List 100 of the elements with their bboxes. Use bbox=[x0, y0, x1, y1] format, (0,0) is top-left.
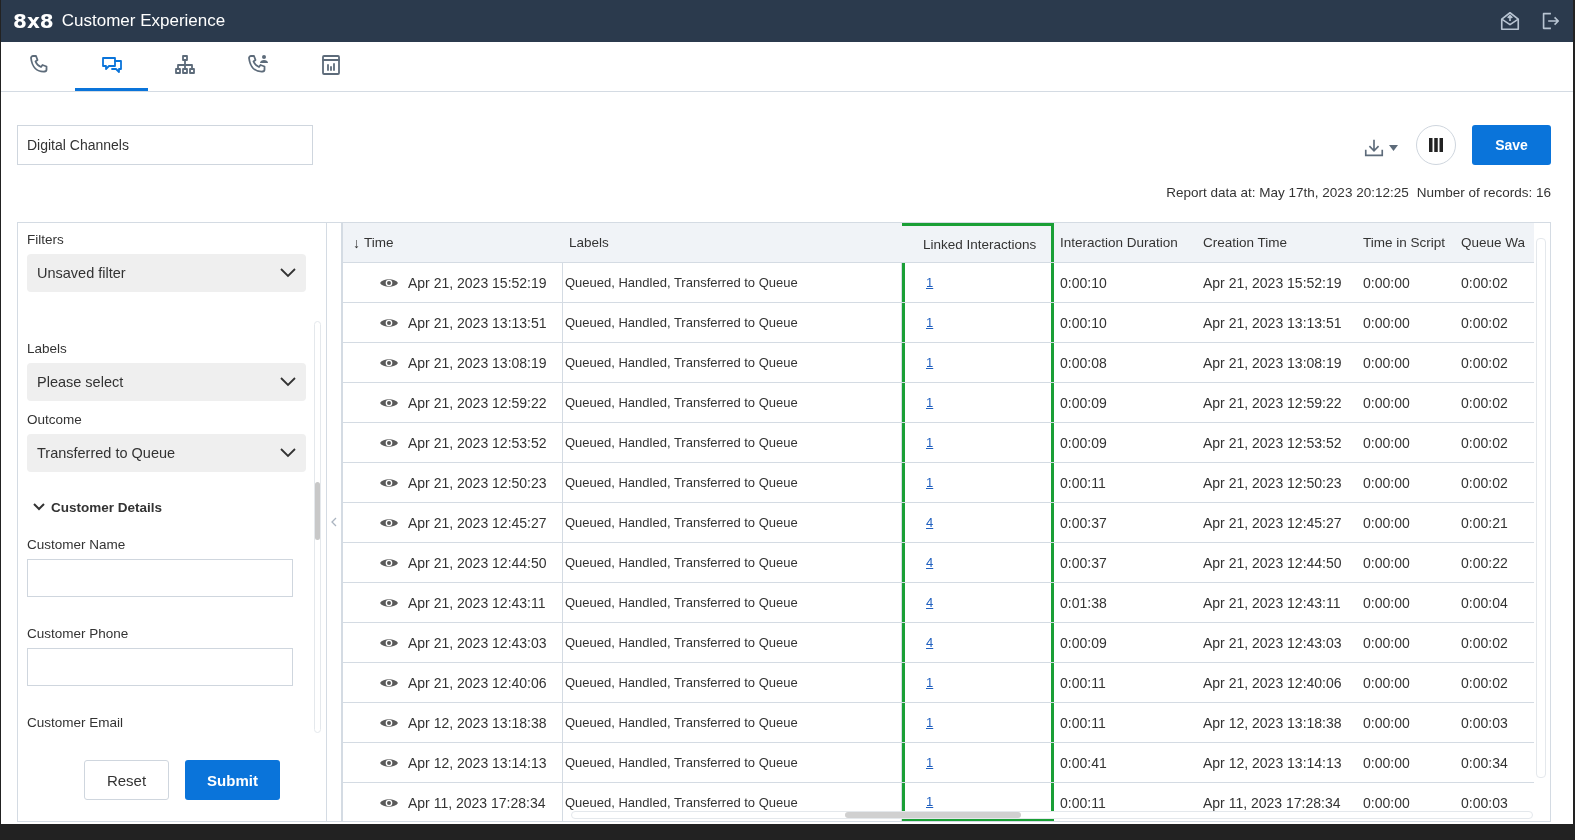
table-cell-text: 0:00:11 bbox=[1059, 713, 1107, 733]
link[interactable]: 4 bbox=[926, 555, 934, 570]
dropdown[interactable]: Please select bbox=[27, 362, 306, 401]
link[interactable]: 1 bbox=[926, 275, 934, 290]
table-cell-text: Apr 21, 2023 12:44:50 bbox=[1202, 553, 1343, 573]
chevron-down-icon bbox=[280, 376, 296, 387]
record-count: Number of records: 16 bbox=[1416, 185, 1551, 202]
table-cell-text: 0:00:11 bbox=[1059, 793, 1107, 813]
table-cell-text: 0:00:00 bbox=[1362, 793, 1411, 813]
link[interactable]: 1 bbox=[926, 675, 934, 690]
link[interactable]: 1 bbox=[926, 715, 934, 730]
table-cell-text: 0:00:00 bbox=[1362, 593, 1411, 613]
column-header[interactable]: Creation Time bbox=[1197, 223, 1357, 262]
table-cell-text: Apr 21, 2023 12:45:27 bbox=[1202, 513, 1343, 533]
table-cell: Queued, Handled, Transferred to Queue bbox=[563, 583, 902, 622]
table-cell: Apr 21, 2023 12:43:11 bbox=[408, 594, 546, 611]
table-cell-text: 0:00:02 bbox=[1460, 313, 1509, 333]
column-header[interactable]: Labels bbox=[563, 223, 902, 262]
scrollbar[interactable] bbox=[1536, 238, 1546, 778]
table-cell-text: 0:00:02 bbox=[1460, 673, 1509, 693]
link[interactable]: 1 bbox=[926, 793, 934, 809]
table-cell: Apr 21, 2023 12:53:52 bbox=[408, 434, 547, 451]
link[interactable]: 1 bbox=[926, 355, 934, 370]
table-cell: Queued, Handled, Transferred to Queue bbox=[563, 543, 902, 582]
table-cell-text: Apr 21, 2023 12:40:06 bbox=[1202, 673, 1343, 693]
scrollbar[interactable] bbox=[571, 811, 1533, 819]
link[interactable]: 4 bbox=[926, 595, 934, 610]
chevron-down-icon bbox=[280, 447, 296, 458]
field-label: Customer Email bbox=[27, 715, 125, 731]
section-toggle[interactable]: Customer Details bbox=[33, 499, 163, 515]
download-icon[interactable] bbox=[1363, 137, 1385, 159]
columns-button[interactable] bbox=[1416, 125, 1456, 165]
table-cell: Apr 21, 2023 12:43:03 bbox=[408, 634, 547, 651]
table-cell: Apr 12, 2023 13:14:13 bbox=[408, 754, 547, 771]
dropdown[interactable]: Transferred to Queue bbox=[27, 433, 306, 472]
chevron-left-icon bbox=[331, 517, 337, 527]
input-field[interactable] bbox=[27, 647, 293, 687]
table-cell: Apr 21, 2023 12:44:50 bbox=[408, 554, 547, 571]
link[interactable]: 1 bbox=[926, 435, 934, 450]
table-cell: Queued, Handled, Transferred to Queue bbox=[563, 623, 902, 662]
table-cell-text: Apr 21, 2023 12:53:52 bbox=[1202, 433, 1343, 453]
table-cell: Queued, Handled, Transferred to Queue bbox=[563, 743, 902, 782]
table-cell: Queued, Handled, Transferred to Queue bbox=[563, 703, 902, 742]
table-cell: Apr 21, 2023 12:45:27 bbox=[408, 514, 547, 531]
column-header[interactable]: Interaction Duration bbox=[1054, 223, 1197, 262]
reset-button[interactable]: Reset bbox=[84, 760, 169, 800]
table-cell-text: Apr 21, 2023 15:52:19 bbox=[1202, 273, 1343, 293]
table-cell-text: 0:00:00 bbox=[1362, 273, 1411, 293]
column-header[interactable]: Queue Wa bbox=[1455, 223, 1527, 262]
link[interactable]: 1 bbox=[926, 315, 934, 330]
table-cell: Apr 21, 2023 15:52:19 bbox=[408, 274, 547, 291]
table-cell: Apr 11, 2023 17:28:34 bbox=[408, 794, 546, 811]
dropdown[interactable]: Unsaved filter bbox=[27, 254, 306, 292]
table-cell: Queued, Handled, Transferred to Queue bbox=[563, 503, 902, 542]
column-header[interactable]: ↓ Time bbox=[343, 223, 563, 262]
column-header[interactable]: Time in Script bbox=[1357, 223, 1455, 262]
save-button[interactable]: Save bbox=[1472, 125, 1551, 165]
link[interactable]: 1 bbox=[926, 395, 934, 410]
table-cell-text: 0:00:08 bbox=[1059, 353, 1108, 373]
table-cell-text: 0:00:00 bbox=[1362, 353, 1411, 373]
table-cell: Queued, Handled, Transferred to Queue bbox=[563, 263, 902, 302]
submit-button[interactable]: Submit bbox=[185, 760, 280, 800]
field-label: Filters bbox=[27, 232, 65, 247]
link[interactable]: 1 bbox=[926, 475, 934, 490]
table-cell: Apr 21, 2023 13:13:51 bbox=[408, 314, 547, 331]
table-cell-text: 0:00:00 bbox=[1362, 393, 1411, 413]
table-cell-text: 0:00:02 bbox=[1460, 393, 1509, 413]
link[interactable]: 1 bbox=[926, 755, 934, 770]
table-cell: Queued, Handled, Transferred to Queue bbox=[563, 663, 902, 702]
table-cell-text: 0:00:03 bbox=[1460, 713, 1509, 733]
table-cell: Queued, Handled, Transferred to Queue bbox=[563, 463, 902, 502]
table-cell-text: 0:00:02 bbox=[1460, 473, 1509, 493]
table-cell: Queued, Handled, Transferred to Queue bbox=[563, 343, 902, 382]
caret-icon[interactable] bbox=[1389, 145, 1398, 151]
table-cell-text: 0:00:09 bbox=[1059, 393, 1108, 413]
field-label: Labels bbox=[27, 340, 68, 356]
table-cell-text: Apr 21, 2023 12:43:03 bbox=[1202, 633, 1343, 653]
column-header-label: Time bbox=[364, 235, 394, 250]
table-cell-text: 0:00:10 bbox=[1059, 313, 1108, 333]
table-cell: Apr 21, 2023 12:50:23 bbox=[408, 474, 547, 491]
input-field[interactable] bbox=[27, 558, 293, 597]
table-cell-text: 0:00:03 bbox=[1460, 793, 1509, 813]
column-header[interactable]: Linked Interactions bbox=[902, 223, 1054, 262]
chevron-down-icon bbox=[280, 267, 296, 278]
link[interactable]: 4 bbox=[926, 635, 934, 650]
table-cell-text: 0:00:00 bbox=[1362, 313, 1411, 333]
logo: 8x8 bbox=[13, 9, 54, 33]
table-cell-text: 0:00:00 bbox=[1362, 433, 1411, 453]
table-cell-text: 0:00:02 bbox=[1460, 633, 1509, 653]
field-label: Outcome bbox=[27, 411, 83, 427]
link[interactable]: 4 bbox=[926, 515, 934, 530]
table-cell-text: 0:00:22 bbox=[1460, 553, 1509, 573]
table-cell: Apr 21, 2023 12:59:22 bbox=[408, 394, 547, 411]
field-label: Customer Phone bbox=[27, 625, 130, 641]
envelope-icon[interactable] bbox=[1499, 10, 1521, 32]
table-cell-text: Apr 21, 2023 13:08:19 bbox=[1202, 353, 1343, 373]
sort-arrow-icon: ↓ bbox=[349, 234, 360, 251]
collapse-handle[interactable] bbox=[327, 222, 342, 822]
report-name-field[interactable]: Digital Channels bbox=[17, 125, 313, 165]
table-cell: Queued, Handled, Transferred to Queue bbox=[563, 423, 902, 462]
